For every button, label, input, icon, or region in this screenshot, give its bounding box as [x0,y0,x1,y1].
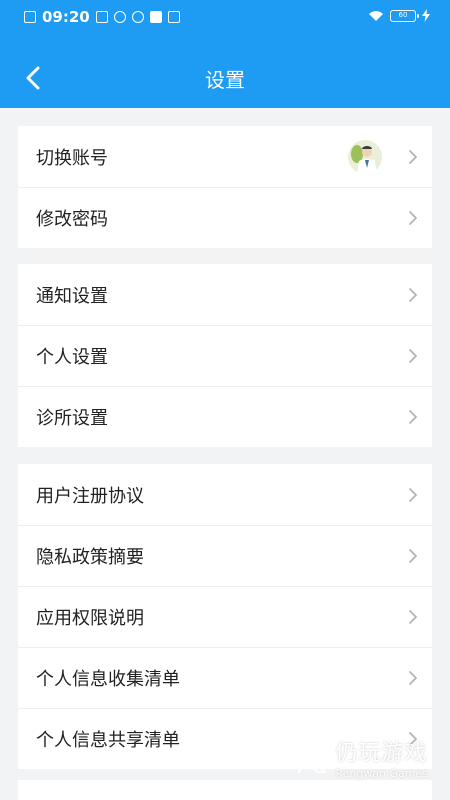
row-label: 修改密码 [36,208,108,230]
personal-settings-row[interactable]: 个人设置 [18,325,432,386]
clinic-settings-row[interactable]: 诊所设置 [18,386,432,447]
watermark-subtext: Rengwan Games [335,767,428,780]
watermark: 仍玩游戏 Rengwan Games [295,735,428,780]
header-bar: 09:20 60 设置 [0,0,450,108]
row-label: 个人信息共享清单 [36,729,180,751]
hd-icon [95,11,108,23]
avatar [348,139,382,174]
tiktok-icon [149,11,162,23]
chevron-right-icon [409,609,417,624]
change-password-row[interactable]: 修改密码 [18,187,432,248]
page-title: 设置 [205,68,245,92]
notification-n-icon [24,11,36,23]
chevron-right-icon [409,348,417,363]
user-agreement-row[interactable]: 用户注册协议 [18,464,432,525]
chevron-right-icon [409,670,417,685]
chevron-right-icon [409,210,417,225]
data-collection-list-row[interactable]: 个人信息收集清单 [18,647,432,708]
status-bar: 09:20 60 [0,0,450,36]
app-permissions-row[interactable]: 应用权限说明 [18,586,432,647]
chevron-right-icon [409,548,417,563]
app-notification-icon [167,11,180,23]
preferences-group: 通知设置 个人设置 诊所设置 [18,264,432,447]
row-label: 隐私政策摘要 [36,546,144,568]
battery-icon: 60 [390,9,419,22]
chevron-right-icon [409,149,417,164]
watermark-logo [298,742,327,773]
row-label: 诊所设置 [36,407,108,429]
cloud-icon [131,11,144,23]
row-label: 个人设置 [36,346,108,368]
row-label: 切换账号 [36,147,108,169]
notification-settings-row[interactable]: 通知设置 [18,264,432,325]
chevron-right-icon [409,287,417,302]
chevron-right-icon [409,487,417,502]
row-label: 应用权限说明 [36,607,144,629]
privacy-summary-row[interactable]: 隐私政策摘要 [18,525,432,586]
legal-info-group: 用户注册协议 隐私政策摘要 应用权限说明 个人信息收集清单 个人信息共享清单 [18,464,432,769]
usb-icon [113,11,126,23]
next-group [18,780,432,800]
wifi-icon [369,10,383,21]
account-settings-group: 切换账号 修改密码 [18,126,432,248]
switch-account-row[interactable]: 切换账号 [18,126,432,187]
row-label: 通知设置 [36,285,108,307]
chevron-right-icon [409,409,417,424]
watermark-text: 仍玩游戏 [335,741,428,766]
status-time: 09:20 [42,8,90,26]
row-label: 个人信息收集清单 [36,668,180,690]
bolt-icon [422,9,430,22]
row-label: 用户注册协议 [36,485,144,507]
